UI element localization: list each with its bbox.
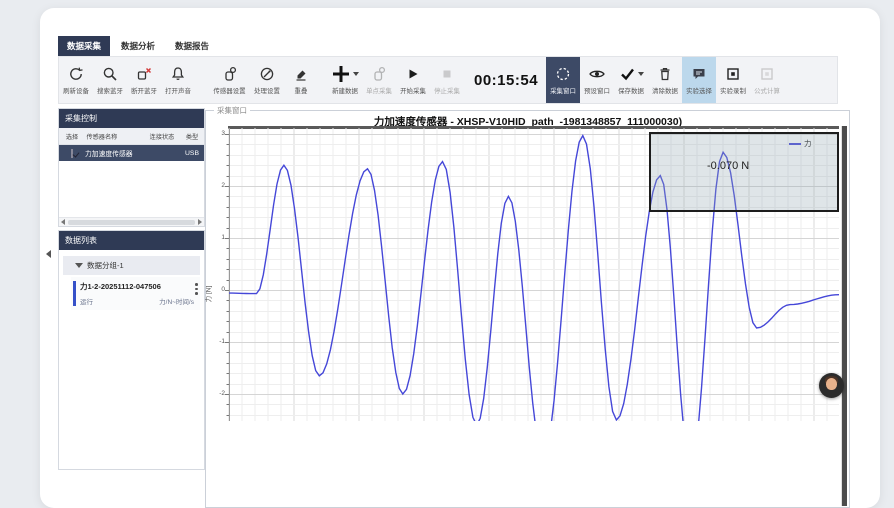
save-data-button[interactable]: 保存数据 bbox=[614, 57, 648, 103]
selection-box[interactable]: -0.070 N bbox=[649, 132, 839, 212]
stop-collect-button[interactable]: 停止采集 bbox=[430, 57, 464, 103]
formula-calc-button[interactable]: 公式计算 bbox=[750, 57, 784, 103]
y-tick-label: 3 bbox=[208, 130, 225, 137]
y-axis-label: 力 [N] bbox=[202, 286, 212, 303]
new-data-button[interactable]: 新建数据 bbox=[328, 57, 362, 103]
collect-control-title: 采集控制 bbox=[59, 109, 204, 128]
disconnect-bluetooth-icon bbox=[136, 65, 152, 83]
refresh-icon bbox=[68, 65, 84, 83]
eye-icon bbox=[588, 65, 606, 83]
data-run-item[interactable]: 力1-2-20251112-047506 运行 力/N~时间/s bbox=[71, 277, 200, 310]
marker-icon bbox=[293, 65, 309, 83]
y-tick-label: -2 bbox=[208, 390, 225, 397]
sensor-table-header: 选择 传感器名称 连接状态 类型 bbox=[59, 128, 204, 145]
refresh-device-button[interactable]: 刷新设备 bbox=[59, 57, 93, 103]
tree-expand-icon[interactable] bbox=[75, 263, 83, 268]
experiment-record-button[interactable]: 实验录制 bbox=[716, 57, 750, 103]
caret-down-icon[interactable] bbox=[638, 72, 644, 76]
y-tick-label: 1 bbox=[208, 234, 225, 241]
tab-data-analysis[interactable]: 数据分析 bbox=[112, 36, 164, 56]
run-status: 运行 bbox=[80, 296, 93, 306]
disconnect-bluetooth-button[interactable]: 断开蓝牙 bbox=[127, 57, 161, 103]
collect-window-region: 采集窗口 力加速度传感器 - XHSP-V10HID_path_-1981348… bbox=[205, 110, 850, 508]
clear-data-button[interactable]: 清除数据 bbox=[648, 57, 682, 103]
tab-data-collect[interactable]: 数据采集 bbox=[58, 36, 110, 56]
compass-icon bbox=[259, 65, 275, 83]
stop-icon bbox=[439, 65, 455, 83]
overlap-button[interactable]: 重叠 bbox=[284, 57, 318, 103]
more-menu-icon[interactable] bbox=[195, 283, 198, 297]
sensor-checkbox[interactable] bbox=[71, 149, 73, 158]
search-bluetooth-button[interactable]: 搜索蓝牙 bbox=[93, 57, 127, 103]
plus-icon bbox=[331, 64, 351, 84]
sidebar: 采集控制 选择 传感器名称 连接状态 类型 力加速度传感器 USB 数据列表 bbox=[58, 108, 205, 508]
sensor-settings-button[interactable]: 传感器设置 bbox=[209, 57, 250, 103]
experiment-select-button[interactable]: 实验选择 bbox=[682, 57, 716, 103]
hscroll-thumb[interactable] bbox=[68, 220, 195, 225]
sensor-name: 力加速度传感器 bbox=[85, 148, 143, 158]
toolbar: 刷新设备 搜索蓝牙 断开蓝牙 打开声音 传感器设置 处理设置 bbox=[58, 56, 838, 104]
record-screen-icon bbox=[725, 65, 741, 83]
sensor-table-hscrollbar[interactable] bbox=[59, 217, 204, 226]
toolbar-gap bbox=[195, 57, 209, 103]
collect-control-panel: 采集控制 选择 传感器名称 连接状态 类型 力加速度传感器 USB bbox=[58, 108, 205, 227]
y-tick-label: -1 bbox=[208, 338, 225, 345]
sensor-row[interactable]: 力加速度传感器 USB bbox=[59, 145, 204, 161]
chart-vscrollbar[interactable] bbox=[841, 126, 847, 506]
sensor-type-badge: USB bbox=[181, 150, 203, 157]
scroll-right-icon[interactable] bbox=[198, 219, 202, 225]
run-axes: 力/N~时间/s bbox=[159, 296, 194, 306]
scroll-left-icon[interactable] bbox=[61, 219, 65, 225]
assistant-avatar-button[interactable] bbox=[819, 373, 844, 398]
value-annotation: -0.070 N bbox=[707, 160, 749, 172]
formula-icon bbox=[759, 65, 775, 83]
data-list-panel: 数据列表 数据分组-1 力1-2-20251112-047506 运行 力/N~… bbox=[58, 230, 205, 470]
caret-down-icon[interactable] bbox=[353, 72, 359, 76]
sensor-icon bbox=[222, 65, 238, 83]
search-icon bbox=[102, 65, 118, 83]
sidebar-collapse-icon[interactable] bbox=[46, 250, 51, 258]
bell-icon bbox=[170, 65, 186, 83]
play-icon bbox=[405, 65, 421, 83]
data-list-title: 数据列表 bbox=[59, 231, 204, 250]
single-point-icon bbox=[371, 65, 387, 83]
vscroll-thumb[interactable] bbox=[842, 126, 847, 506]
collect-window-button[interactable]: 采集窗口 bbox=[546, 57, 580, 103]
single-point-button[interactable]: 单点采集 bbox=[362, 57, 396, 103]
app-window: 数据采集 数据分析 数据报告 刷新设备 搜索蓝牙 断开蓝牙 打开声音 bbox=[40, 8, 880, 508]
process-settings-button[interactable]: 处理设置 bbox=[250, 57, 284, 103]
trash-icon bbox=[657, 65, 673, 83]
start-collect-button[interactable]: 开始采集 bbox=[396, 57, 430, 103]
annotate-bubble-icon bbox=[691, 65, 707, 83]
check-icon bbox=[619, 66, 636, 82]
sensor-table-empty bbox=[59, 161, 204, 217]
run-color-bar bbox=[73, 281, 76, 306]
tab-data-report[interactable]: 数据报告 bbox=[166, 36, 218, 56]
main-tabs: 数据采集 数据分析 数据报告 bbox=[58, 36, 218, 56]
sound-on-button[interactable]: 打开声音 bbox=[161, 57, 195, 103]
toolbar-gap bbox=[318, 57, 328, 103]
collect-timer: 00:15:54 bbox=[470, 57, 542, 103]
preset-window-button[interactable]: 预设窗口 bbox=[580, 57, 614, 103]
y-tick-label: 2 bbox=[208, 182, 225, 189]
dashed-circle-icon bbox=[555, 65, 571, 83]
run-title: 力1-2-20251112-047506 bbox=[80, 281, 194, 292]
data-group-row[interactable]: 数据分组-1 bbox=[63, 256, 200, 275]
